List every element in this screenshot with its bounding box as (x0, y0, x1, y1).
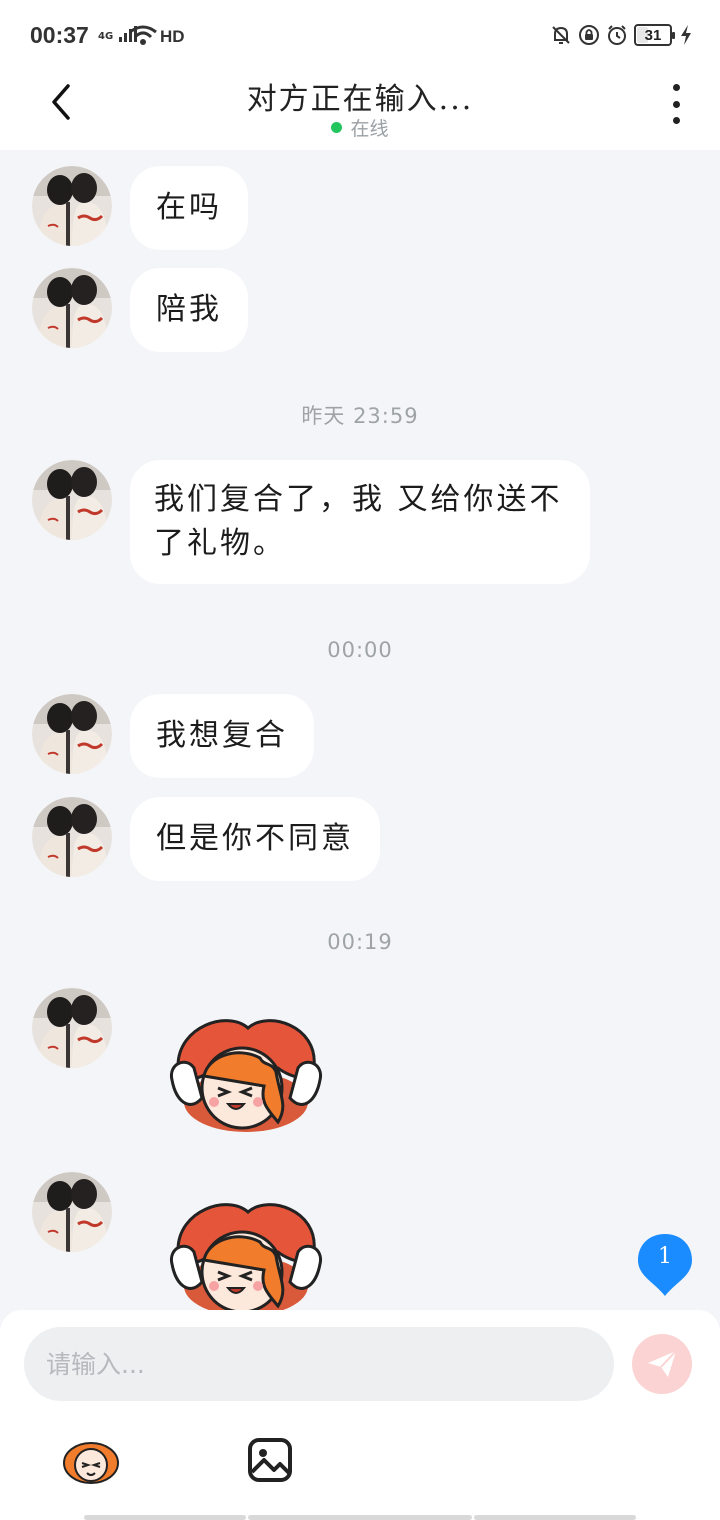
more-dot-icon (672, 84, 680, 91)
contact-avatar[interactable] (32, 268, 112, 348)
more-options-button[interactable] (664, 84, 688, 124)
mute-icon (552, 26, 570, 44)
nav-bar-segment (474, 1515, 636, 1520)
send-button[interactable] (632, 1334, 692, 1394)
contact-avatar[interactable] (32, 988, 112, 1068)
dnd-icon (579, 25, 599, 45)
cheer-sticker-icon[interactable] (168, 1190, 324, 1310)
message-bubble[interactable]: 陪我 (130, 268, 248, 352)
message-timestamp: 00:00 (327, 638, 393, 662)
more-dot-icon (672, 100, 680, 108)
contact-avatar[interactable] (32, 166, 112, 246)
battery-level: 31 (644, 26, 662, 44)
image-icon[interactable] (246, 1436, 294, 1484)
online-dot-icon (331, 122, 343, 133)
unread-badge[interactable]: 1 (636, 1232, 694, 1298)
status-time: 00:37 (30, 22, 89, 48)
wifi-icon (129, 25, 157, 45)
contact-avatar[interactable] (32, 1172, 112, 1252)
contact-avatar[interactable] (32, 797, 112, 877)
network-type-label: 4G (98, 31, 114, 42)
status-bar: 00:37 4G HD 31 (0, 0, 720, 70)
chat-title: 对方正在输入... (246, 82, 474, 117)
message-bubble[interactable]: 我想复合 (130, 694, 314, 778)
message-bubble[interactable]: 但是你不同意 (130, 797, 380, 881)
unread-count: 1 (658, 1244, 672, 1269)
send-icon (648, 1350, 677, 1377)
message-input-wrapper[interactable] (24, 1327, 614, 1401)
nav-bar-segment (84, 1515, 246, 1520)
message-timestamp: 昨天 23:59 (301, 404, 419, 428)
contact-avatar[interactable] (32, 694, 112, 774)
hd-label: HD (160, 27, 185, 46)
presence-status: 在线 (0, 114, 720, 141)
emoji-sticker-icon[interactable] (60, 1435, 122, 1485)
presence-label: 在线 (350, 118, 389, 140)
contact-avatar[interactable] (32, 460, 112, 540)
composer-panel (0, 1310, 720, 1520)
battery-icon: 31 (634, 24, 675, 46)
chat-header: 对方正在输入... 在线 (0, 70, 720, 150)
alarm-icon (608, 25, 626, 45)
cheer-sticker-icon[interactable] (168, 1006, 324, 1134)
more-dot-icon (672, 117, 680, 124)
charging-icon (681, 25, 691, 45)
message-bubble[interactable]: 我们复合了，我 又给你送不了礼物。 (130, 460, 590, 584)
message-timestamp: 00:19 (327, 930, 393, 954)
message-input[interactable] (46, 1349, 586, 1379)
message-list[interactable]: 在吗 陪我 昨天 23:59 我们复合了，我 又给你送不了礼物。 00:00 我… (0, 150, 720, 1310)
nav-bar-segment (248, 1515, 472, 1520)
message-bubble[interactable]: 在吗 (130, 166, 248, 250)
